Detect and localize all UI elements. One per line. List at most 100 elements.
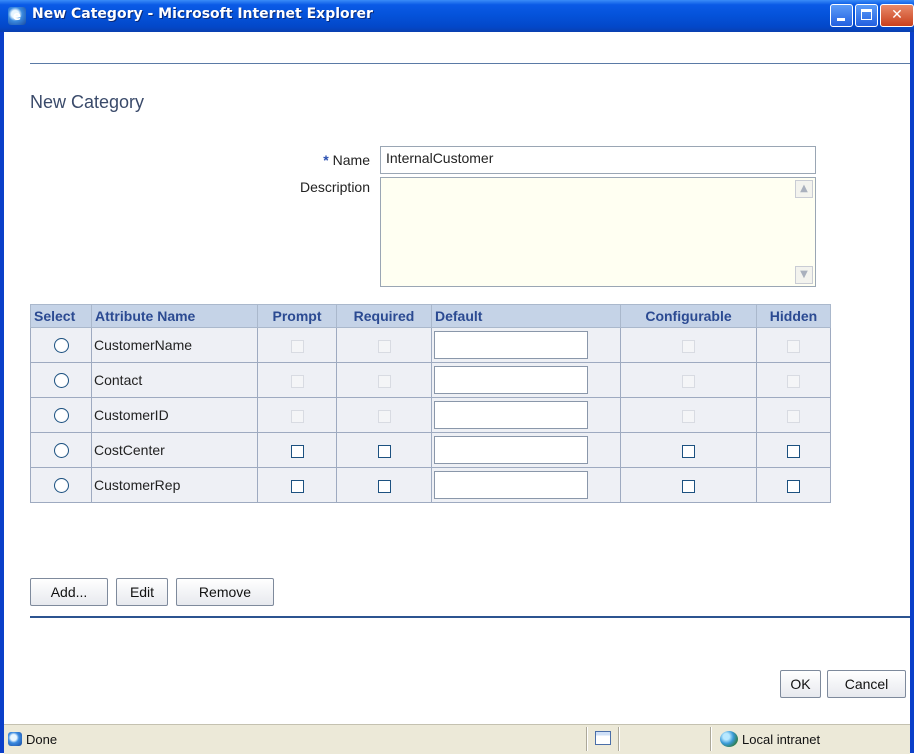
- configurable-cell: [620, 362, 757, 398]
- hidden-checkbox[interactable]: [787, 479, 800, 493]
- header-hidden: Hidden: [756, 304, 831, 328]
- status-bar: Done Local intranet: [4, 724, 910, 754]
- select-radio[interactable]: [53, 478, 69, 494]
- scroll-up-icon[interactable]: ▲: [795, 180, 813, 198]
- hidden-checkbox: [787, 339, 800, 353]
- window-title: New Category - Microsoft Internet Explor…: [32, 6, 373, 22]
- configurable-checkbox: [682, 374, 695, 388]
- select-radio[interactable]: [53, 408, 69, 424]
- status-separator: [618, 727, 620, 751]
- hidden-cell: [756, 362, 831, 398]
- name-input[interactable]: InternalCustomer: [380, 146, 816, 174]
- default-input[interactable]: [434, 471, 588, 499]
- ie-page-icon: [8, 732, 22, 746]
- required-checkbox[interactable]: [377, 444, 391, 458]
- required-cell: [336, 467, 432, 503]
- required-cell: [336, 397, 432, 433]
- prompt-checkbox[interactable]: [290, 479, 304, 493]
- table-header-row: Select Attribute Name Prompt Required De…: [30, 304, 831, 328]
- select-radio[interactable]: [53, 443, 69, 459]
- default-input[interactable]: [434, 366, 588, 394]
- page-content: New Category * Name InternalCustomer Des…: [4, 32, 910, 724]
- attribute-table: Select Attribute Name Prompt Required De…: [30, 304, 831, 503]
- default-cell: [431, 467, 621, 503]
- page-title: New Category: [30, 92, 145, 112]
- top-divider: [30, 63, 910, 64]
- default-input[interactable]: [434, 331, 588, 359]
- select-radio[interactable]: [53, 373, 69, 389]
- required-cell: [336, 432, 432, 468]
- table-row: CustomerName: [30, 327, 831, 363]
- hidden-cell: [756, 467, 831, 503]
- prompt-cell: [257, 432, 337, 468]
- header-configurable: Configurable: [620, 304, 757, 328]
- prompt-cell: [257, 467, 337, 503]
- required-cell: [336, 327, 432, 363]
- status-separator: [586, 727, 588, 751]
- bottom-divider: [30, 616, 910, 618]
- hidden-checkbox: [787, 374, 800, 388]
- description-scrollbar[interactable]: ▲ ▼: [795, 180, 813, 284]
- cancel-button[interactable]: Cancel: [827, 670, 906, 698]
- prompt-cell: [257, 327, 337, 363]
- prompt-cell: [257, 397, 337, 433]
- window-frame: e New Category - Microsoft Internet Expl…: [0, 0, 914, 754]
- close-button[interactable]: ✕: [880, 4, 914, 27]
- remove-button[interactable]: Remove: [176, 578, 274, 606]
- status-text: Done: [26, 732, 58, 747]
- header-default: Default: [431, 304, 621, 328]
- configurable-checkbox[interactable]: [682, 479, 695, 493]
- default-input[interactable]: [434, 436, 588, 464]
- edit-button[interactable]: Edit: [116, 578, 168, 606]
- attribute-name-cell: CustomerID: [91, 397, 258, 433]
- attribute-name-cell: Contact: [91, 362, 258, 398]
- title-bar[interactable]: e New Category - Microsoft Internet Expl…: [0, 0, 914, 32]
- scroll-down-icon[interactable]: ▼: [795, 266, 813, 284]
- page-icon: [595, 731, 611, 745]
- name-label-wrap: * Name: [294, 152, 370, 168]
- configurable-cell: [620, 467, 757, 503]
- description-label: Description: [299, 179, 370, 195]
- table-row: CustomerRep: [30, 467, 831, 503]
- hidden-cell: [756, 397, 831, 433]
- header-attribute-name: Attribute Name: [91, 304, 258, 328]
- ie-icon: e: [8, 7, 26, 25]
- prompt-checkbox: [290, 374, 304, 388]
- configurable-cell: [620, 397, 757, 433]
- attribute-name-cell: CustomerName: [91, 327, 258, 363]
- default-cell: [431, 327, 621, 363]
- default-cell: [431, 432, 621, 468]
- table-row: CostCenter: [30, 432, 831, 468]
- maximize-button[interactable]: [855, 4, 878, 27]
- maximize-icon: [861, 9, 872, 20]
- select-radio[interactable]: [53, 338, 69, 354]
- status-separator: [710, 727, 712, 751]
- table-row: Contact: [30, 362, 831, 398]
- description-textarea[interactable]: ▲ ▼: [380, 177, 816, 287]
- header-prompt: Prompt: [257, 304, 337, 328]
- configurable-cell: [620, 327, 757, 363]
- default-input[interactable]: [434, 401, 588, 429]
- hidden-checkbox[interactable]: [787, 444, 800, 458]
- default-cell: [431, 397, 621, 433]
- select-cell: [30, 397, 92, 433]
- zone-text: Local intranet: [742, 732, 821, 747]
- attribute-name-cell: CustomerRep: [91, 467, 258, 503]
- prompt-checkbox: [290, 339, 304, 353]
- select-cell: [30, 362, 92, 398]
- prompt-cell: [257, 362, 337, 398]
- local-intranet-icon: [720, 731, 738, 747]
- required-checkbox[interactable]: [377, 479, 391, 493]
- add-button[interactable]: Add...: [30, 578, 108, 606]
- minimize-icon: [837, 18, 845, 21]
- configurable-cell: [620, 432, 757, 468]
- ok-button[interactable]: OK: [780, 670, 821, 698]
- select-cell: [30, 432, 92, 468]
- configurable-checkbox[interactable]: [682, 444, 695, 458]
- prompt-checkbox[interactable]: [290, 444, 304, 458]
- attribute-name-cell: CostCenter: [91, 432, 258, 468]
- minimize-button[interactable]: [830, 4, 853, 27]
- required-checkbox: [377, 339, 391, 353]
- required-checkbox: [377, 374, 391, 388]
- select-cell: [30, 467, 92, 503]
